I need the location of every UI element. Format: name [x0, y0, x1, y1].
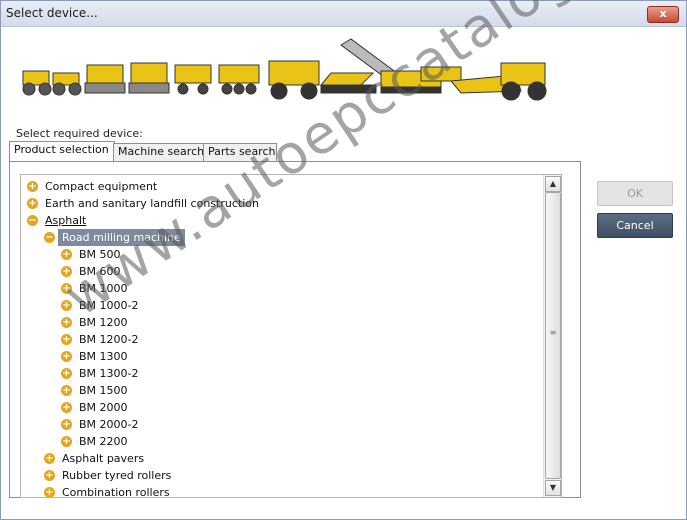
scroll-down-icon[interactable]: ▼	[545, 480, 561, 496]
expand-icon[interactable]: +	[44, 470, 55, 481]
tree-item-label: BM 1000-2	[79, 299, 139, 312]
tree-item-label: BM 600	[79, 265, 121, 278]
tree-item-label: Compact equipment	[45, 180, 158, 193]
tree-item-label: Rubber tyred rollers	[62, 469, 172, 482]
product-tree[interactable]: ▲ ≡ ▼ + Compact equipment + Earth and sanit…	[20, 174, 562, 498]
expand-icon[interactable]: +	[61, 317, 72, 328]
tree-item-label: Earth and sanitary landfill construction	[45, 197, 259, 210]
expand-icon[interactable]: +	[44, 453, 55, 464]
close-button[interactable]: x	[647, 6, 679, 23]
tab-parts-search[interactable]: Parts search	[203, 143, 277, 161]
tree-item-label: BM 2000-2	[79, 418, 139, 431]
tree-item-label: Asphalt	[45, 214, 87, 227]
select-device-dialog: Select device... x Select required devic…	[0, 0, 687, 520]
expand-icon[interactable]: +	[61, 266, 72, 277]
window-title: Select device...	[6, 6, 98, 20]
scroll-thumb[interactable]: ≡	[545, 192, 561, 479]
expand-icon[interactable]: +	[61, 300, 72, 311]
expand-icon[interactable]: +	[61, 283, 72, 294]
product-selection-panel: ▲ ≡ ▼ + Compact equipment + Earth and sanit…	[9, 161, 581, 498]
expand-icon[interactable]: +	[27, 181, 38, 192]
expand-icon[interactable]: +	[61, 334, 72, 345]
select-device-prompt: Select required device:	[16, 127, 143, 140]
expand-icon[interactable]: +	[61, 351, 72, 362]
tree-item-label: Asphalt pavers	[62, 452, 145, 465]
title-bar[interactable]: Select device... x	[1, 1, 686, 27]
tab-product-selection[interactable]: Product selection	[9, 141, 115, 162]
tab-machine-search[interactable]: Machine search	[113, 143, 205, 161]
cancel-button[interactable]: Cancel	[597, 213, 673, 238]
vertical-scrollbar[interactable]: ▲ ≡ ▼	[543, 175, 561, 497]
tree-item-label: BM 2200	[79, 435, 128, 448]
grip-icon: ≡	[549, 328, 557, 337]
expand-icon[interactable]: +	[61, 385, 72, 396]
expand-icon[interactable]: +	[61, 249, 72, 260]
tree-item-label: BM 2000	[79, 401, 128, 414]
tree-item-label: BM 1300	[79, 350, 128, 363]
tree-item-label: Road milling machine	[58, 229, 185, 246]
scroll-up-icon[interactable]: ▲	[545, 176, 561, 192]
ok-button[interactable]: OK	[597, 181, 673, 206]
machinery-banner-image	[22, 38, 547, 101]
tree-item-label: Combination rollers	[62, 486, 170, 498]
tree-item-label: BM 1300-2	[79, 367, 139, 380]
expand-icon[interactable]: +	[44, 487, 55, 497]
expand-icon[interactable]: +	[61, 368, 72, 379]
expand-icon[interactable]: +	[61, 419, 72, 430]
expand-icon[interactable]: +	[61, 402, 72, 413]
collapse-icon[interactable]: −	[44, 232, 55, 243]
collapse-icon[interactable]: −	[27, 215, 38, 226]
expand-icon[interactable]: +	[61, 436, 72, 447]
tree-item-label: BM 1200-2	[79, 333, 139, 346]
tree-item-label: BM 1200	[79, 316, 128, 329]
tree-item-label: BM 1000	[79, 282, 128, 295]
tree-item-label: BM 1500	[79, 384, 128, 397]
expand-icon[interactable]: +	[27, 198, 38, 209]
tree-item-label: BM 500	[79, 248, 121, 261]
